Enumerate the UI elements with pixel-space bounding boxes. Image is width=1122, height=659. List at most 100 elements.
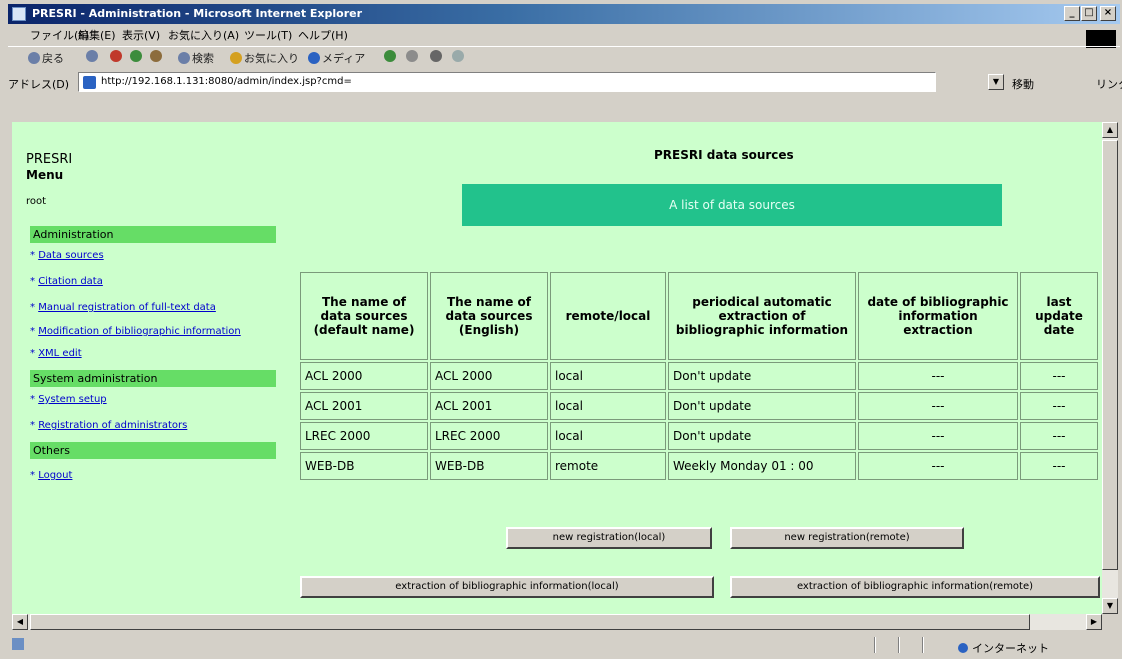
table-row[interactable]: ACL 2001 ACL 2001 local Don't update ---…	[300, 392, 1098, 420]
refresh-icon	[130, 50, 142, 62]
sidebar-header-system: System administration	[30, 370, 276, 387]
cell-periodical-extraction: Weekly Monday 01 : 00	[668, 452, 856, 480]
address-dropdown-button[interactable]: ▼	[988, 74, 1004, 90]
col-header-default-name: The name of data sources (default name)	[300, 272, 428, 360]
browser-window: PRESRI - Administration - Microsoft Inte…	[0, 0, 1122, 659]
page-icon	[83, 76, 96, 89]
sidebar-item-registration-admins[interactable]: * Registration of administrators	[30, 420, 187, 431]
mail-button[interactable]	[406, 50, 420, 63]
page-status-icon	[12, 638, 24, 650]
close-button[interactable]: ×	[1100, 6, 1116, 21]
mail-icon	[406, 50, 418, 62]
scroll-left-icon[interactable]: ◀	[12, 614, 28, 630]
cell-periodical-extraction: Don't update	[668, 392, 856, 420]
menu-edit[interactable]: 編集(E)	[78, 27, 116, 43]
menu-help[interactable]: ヘルプ(H)	[298, 27, 348, 43]
address-label: アドレス(D)	[8, 78, 70, 91]
cell-english-name: WEB-DB	[430, 452, 548, 480]
menu-view[interactable]: 表示(V)	[122, 27, 160, 43]
sidebar-item-manual-registration[interactable]: * Manual registration of full-text data	[30, 302, 216, 313]
scroll-up-icon[interactable]: ▲	[1102, 122, 1118, 138]
security-zone: インターネット	[958, 640, 1049, 656]
history-icon	[384, 50, 396, 62]
scroll-down-icon[interactable]: ▼	[1102, 598, 1118, 614]
table-header-row: The name of data sources (default name) …	[300, 272, 1098, 360]
stop-button[interactable]	[110, 50, 124, 63]
sidebar-item-modification[interactable]: * Modification of bibliographic informat…	[30, 326, 241, 337]
search-icon	[178, 52, 190, 64]
toolbar: 戻る 検索 お気に入り メディア	[8, 46, 1120, 68]
cell-last-update: ---	[1020, 362, 1098, 390]
page-content: PRESRI Menu root Administration * Data s…	[12, 122, 1102, 614]
sidebar-item-system-setup[interactable]: * System setup	[30, 394, 107, 405]
maximize-button[interactable]: □	[1081, 6, 1097, 21]
back-arrow-icon	[28, 52, 40, 64]
sidebar-item-xml-edit[interactable]: * XML edit	[30, 348, 82, 359]
table-row[interactable]: LREC 2000 LREC 2000 local Don't update -…	[300, 422, 1098, 450]
go-button[interactable]: 移動	[1012, 76, 1034, 92]
status-bar: インターネット	[8, 634, 1120, 656]
vertical-scrollbar[interactable]: ▲ ▼	[1102, 122, 1118, 614]
cell-default-name: ACL 2001	[300, 392, 428, 420]
data-sources-table: The name of data sources (default name) …	[298, 270, 1100, 482]
refresh-button[interactable]	[130, 50, 144, 63]
cell-extraction-date: ---	[858, 362, 1018, 390]
col-header-remote-local: remote/local	[550, 272, 666, 360]
status-divider	[898, 637, 900, 653]
extraction-remote-button[interactable]: extraction of bibliographic information(…	[730, 576, 1100, 598]
cell-remote-local: local	[550, 422, 666, 450]
menu-tools[interactable]: ツール(T)	[244, 27, 292, 43]
back-button[interactable]: 戻る	[28, 50, 64, 66]
links-button[interactable]: リンク	[1096, 76, 1122, 92]
cell-extraction-date: ---	[858, 452, 1018, 480]
table-row[interactable]: ACL 2000 ACL 2000 local Don't update ---…	[300, 362, 1098, 390]
sidebar-header-others: Others	[30, 442, 276, 459]
cell-remote-local: local	[550, 392, 666, 420]
forward-arrow-icon	[86, 50, 98, 62]
vertical-scroll-thumb[interactable]	[1102, 140, 1118, 570]
menu-favorites[interactable]: お気に入り(A)	[168, 27, 239, 43]
minimize-button[interactable]: _	[1064, 6, 1080, 21]
page-title: PRESRI data sources	[654, 148, 794, 162]
cell-last-update: ---	[1020, 422, 1098, 450]
window-title: PRESRI - Administration - Microsoft Inte…	[32, 7, 363, 20]
home-button[interactable]	[150, 50, 164, 63]
cell-default-name: WEB-DB	[300, 452, 428, 480]
favorites-button[interactable]: お気に入り	[230, 50, 299, 66]
media-icon	[308, 52, 320, 64]
horizontal-scroll-thumb[interactable]	[30, 614, 1030, 630]
status-divider	[874, 637, 876, 653]
history-button[interactable]	[384, 50, 398, 63]
status-divider	[922, 637, 924, 653]
list-banner: A list of data sources	[462, 184, 1002, 226]
edit-button[interactable]	[452, 50, 466, 63]
cell-default-name: LREC 2000	[300, 422, 428, 450]
table-row[interactable]: WEB-DB WEB-DB remote Weekly Monday 01 : …	[300, 452, 1098, 480]
sidebar-item-data-sources[interactable]: * Data sources	[30, 250, 104, 261]
search-button[interactable]: 検索	[178, 50, 214, 66]
url-input[interactable]: http://192.168.1.131:8080/admin/index.js…	[78, 72, 936, 92]
cell-english-name: ACL 2000	[430, 362, 548, 390]
new-registration-remote-button[interactable]: new registration(remote)	[730, 527, 964, 549]
new-registration-local-button[interactable]: new registration(local)	[506, 527, 712, 549]
print-button[interactable]	[430, 50, 444, 63]
col-header-periodical-extraction: periodical automatic extraction of bibli…	[668, 272, 856, 360]
sidebar-item-logout[interactable]: * Logout	[30, 470, 72, 481]
cell-periodical-extraction: Don't update	[668, 362, 856, 390]
stop-icon	[110, 50, 122, 62]
scroll-right-icon[interactable]: ▶	[1086, 614, 1102, 630]
cell-english-name: LREC 2000	[430, 422, 548, 450]
horizontal-scrollbar[interactable]: ◀ ▶	[12, 614, 1102, 630]
forward-button[interactable]	[86, 50, 100, 63]
favorites-star-icon	[230, 52, 242, 64]
edit-icon	[452, 50, 464, 62]
media-button[interactable]: メディア	[308, 50, 365, 66]
brand-name: PRESRI	[26, 152, 73, 167]
sidebar-header-administration: Administration	[30, 226, 276, 243]
sidebar-item-citation-data[interactable]: * Citation data	[30, 276, 103, 287]
home-icon	[150, 50, 162, 62]
cell-last-update: ---	[1020, 392, 1098, 420]
extraction-local-button[interactable]: extraction of bibliographic information(…	[300, 576, 714, 598]
cell-extraction-date: ---	[858, 422, 1018, 450]
current-user: root	[26, 196, 47, 207]
